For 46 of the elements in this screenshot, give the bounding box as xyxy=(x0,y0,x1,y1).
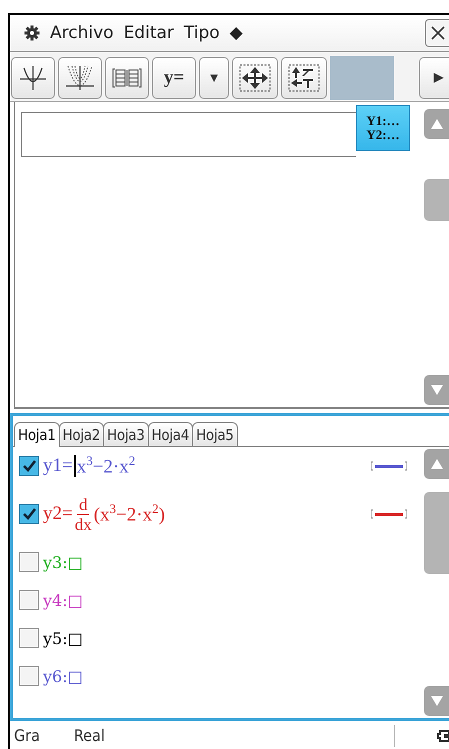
function-entry[interactable]: y5:□ xyxy=(43,628,83,648)
graph-editor-button[interactable]: y= xyxy=(152,56,196,98)
graph-icon xyxy=(19,64,47,90)
scroll-thumb[interactable] xyxy=(424,179,449,221)
toolbar-button[interactable] xyxy=(232,56,278,98)
menu-item[interactable]: Archivo xyxy=(50,23,114,43)
sheet-tab[interactable]: Hoja4 xyxy=(148,422,194,446)
function-legend-button[interactable]: Y1:… Y2:… xyxy=(356,105,410,151)
sheet-tab[interactable]: Hoja1 xyxy=(14,422,60,447)
close-button[interactable] xyxy=(425,19,449,47)
up-triangle-icon xyxy=(430,119,442,129)
checkbox[interactable] xyxy=(19,456,39,476)
checkbox[interactable] xyxy=(19,666,39,686)
function-entry[interactable]: y6:□ xyxy=(43,666,83,686)
checkbox[interactable] xyxy=(19,590,39,610)
checkbox[interactable] xyxy=(19,504,39,524)
sheet-tab[interactable]: Hoja3 xyxy=(103,422,149,446)
input-field[interactable] xyxy=(21,112,356,157)
scroll-thumb[interactable] xyxy=(424,492,449,574)
sheet-tab[interactable]: Hoja5 xyxy=(192,422,238,446)
toolbar-button[interactable] xyxy=(281,56,327,98)
checkbox[interactable] xyxy=(19,628,39,648)
down-triangle-icon xyxy=(430,385,442,395)
mode-label: Gra xyxy=(14,726,40,744)
pan-arrows-icon xyxy=(239,64,271,92)
number-format-label: Real xyxy=(74,726,105,744)
toolbar-empty-slot xyxy=(330,56,394,100)
close-icon xyxy=(430,25,446,41)
axis-arrows-icon xyxy=(288,64,320,92)
graphs-icon xyxy=(65,64,95,90)
toolbar-button[interactable] xyxy=(105,56,149,98)
settings-icon[interactable] xyxy=(24,25,40,41)
function-entry[interactable]: y1= x$^{3}$−2·x$^{2}$ xyxy=(43,453,136,479)
up-triangle-icon xyxy=(430,459,442,469)
menu-item[interactable]: Editar xyxy=(124,23,174,43)
toolbar-button[interactable] xyxy=(58,56,102,98)
table-icon xyxy=(112,66,142,88)
toolbar-button[interactable] xyxy=(11,56,55,98)
dropdown-button[interactable]: ▼ xyxy=(199,56,229,98)
scroll-right-button[interactable]: ▶ xyxy=(419,56,449,98)
menu-item[interactable]: Tipo xyxy=(184,23,220,43)
function-entry[interactable]: y4:□ xyxy=(43,590,83,610)
checkbox[interactable] xyxy=(19,552,39,572)
sheet-tab[interactable]: Hoja2 xyxy=(58,422,104,446)
menu-item[interactable]: ◆ xyxy=(230,23,243,43)
down-triangle-icon xyxy=(430,696,442,706)
